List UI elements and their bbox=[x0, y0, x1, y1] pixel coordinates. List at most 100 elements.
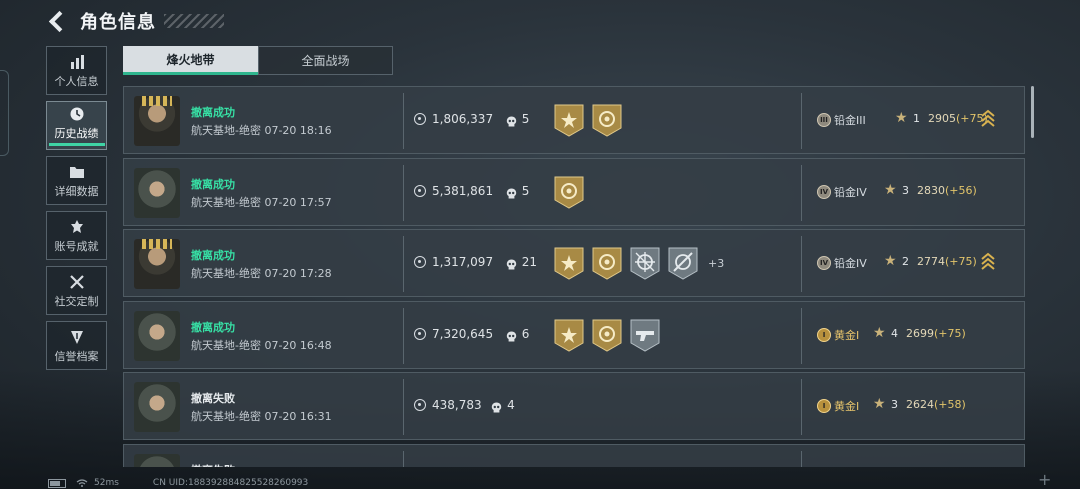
gold-star-badge[interactable] bbox=[554, 104, 584, 137]
coin-icon bbox=[414, 256, 426, 268]
coin-icon bbox=[414, 399, 426, 411]
divider bbox=[801, 236, 802, 292]
match-row[interactable]: 撤离成功 航天基地-绝密 07-20 17:57 5,381,861 5 IV 铅金IV ★… bbox=[123, 157, 1025, 226]
kill-count: 21 bbox=[521, 255, 537, 269]
sidebar-item-2[interactable]: 详细数据 bbox=[46, 156, 107, 205]
score-value: 2699 bbox=[906, 326, 934, 340]
map-and-time: 航天基地-绝密 07-20 16:48 bbox=[191, 338, 332, 352]
map-and-time: 航天基地-绝密 07-20 17:57 bbox=[191, 195, 332, 209]
gold-target-badge[interactable] bbox=[554, 176, 584, 209]
silver-crosshair-badge[interactable] bbox=[630, 247, 660, 280]
scrollbar[interactable] bbox=[1031, 86, 1034, 138]
operator-avatar bbox=[134, 382, 180, 432]
medal-icon bbox=[68, 218, 86, 236]
operator-avatar bbox=[134, 453, 180, 467]
back-arrow-icon[interactable] bbox=[46, 9, 70, 33]
extraction-status: 撤离成功 bbox=[191, 177, 235, 191]
kill-count: 5 bbox=[521, 183, 530, 198]
divider bbox=[403, 236, 404, 292]
gold-star-badge[interactable] bbox=[554, 319, 584, 352]
rank-name: 铅金III bbox=[834, 114, 866, 127]
rank-emblem-icon: I bbox=[817, 399, 831, 413]
score-delta: (+75) bbox=[934, 326, 966, 340]
sidebar: 个人信息历史战绩详细数据账号成就社交定制信誉档案 bbox=[46, 46, 109, 376]
gold-target-badge[interactable] bbox=[592, 247, 622, 280]
title-decoration bbox=[164, 14, 224, 28]
skull-icon bbox=[506, 256, 517, 270]
coin-icon bbox=[414, 327, 426, 340]
operator-avatar bbox=[134, 239, 180, 289]
rank-name: 黄金I bbox=[834, 400, 860, 413]
rank-up-chevron-icon bbox=[981, 109, 995, 127]
skull-icon bbox=[506, 113, 517, 127]
rank-score: 2905(+75) bbox=[928, 112, 988, 125]
match-row[interactable]: 撤离失败 航天基地-绝密 07-20 16:31 438,783 4 I 黄金I ★ 3 262… bbox=[123, 372, 1025, 440]
star-icon: ★ bbox=[884, 181, 897, 198]
divider bbox=[403, 93, 404, 149]
sidebar-item-0[interactable]: 个人信息 bbox=[46, 46, 107, 95]
clock-icon bbox=[68, 105, 86, 123]
rank-name: 铅金IV bbox=[834, 257, 867, 270]
match-row[interactable]: 撤离失败 bbox=[123, 443, 1025, 468]
more-badges[interactable]: +3 bbox=[708, 257, 724, 270]
match-history-list[interactable]: 撤离成功 航天基地-绝密 07-20 18:16 1,806,337 5 III 铅金II… bbox=[123, 86, 1025, 467]
map-and-time: 航天基地-绝密 07-20 18:16 bbox=[191, 124, 332, 137]
loot-value: 1,317,097 bbox=[432, 255, 494, 269]
sidebar-item-label: 信誉档案 bbox=[54, 349, 99, 363]
divider bbox=[801, 93, 802, 149]
star-count: 1 bbox=[913, 112, 920, 125]
extraction-status: 撤离失败 bbox=[191, 462, 235, 468]
sidebar-item-label: 详细数据 bbox=[54, 184, 99, 198]
sidebar-item-5[interactable]: 信誉档案 bbox=[46, 321, 107, 370]
gold-target-badge[interactable] bbox=[592, 104, 622, 137]
star-icon: ★ bbox=[884, 253, 897, 269]
extraction-status: 撤离成功 bbox=[191, 320, 235, 334]
sidebar-item-label: 历史战绩 bbox=[54, 127, 99, 140]
rank-name: 黄金I bbox=[834, 328, 860, 342]
gold-star-badge[interactable] bbox=[554, 247, 584, 280]
extraction-status: 撤离成功 bbox=[191, 249, 235, 262]
sidebar-item-label: 账号成就 bbox=[54, 239, 99, 253]
score-delta: (+75) bbox=[945, 255, 977, 268]
score-value: 2624 bbox=[906, 398, 934, 411]
divider bbox=[403, 164, 404, 221]
gold-target-badge[interactable] bbox=[592, 319, 622, 352]
sidebar-item-4[interactable]: 社交定制 bbox=[46, 266, 107, 315]
match-row[interactable]: 撤离成功 航天基地-绝密 07-20 18:16 1,806,337 5 III 铅金II… bbox=[123, 86, 1025, 154]
star-count: 2 bbox=[902, 255, 909, 268]
rank-up-chevron-icon bbox=[981, 252, 995, 270]
loot-value: 1,806,337 bbox=[432, 112, 494, 126]
match-row[interactable]: 撤离成功 航天基地-绝密 07-20 17:28 1,317,097 21 +3 IV 铅金… bbox=[123, 229, 1025, 297]
rank-name: 铅金IV bbox=[834, 185, 867, 199]
divider bbox=[403, 307, 404, 364]
kill-count: 4 bbox=[507, 398, 515, 412]
sidebar-item-3[interactable]: 账号成就 bbox=[46, 211, 107, 260]
skull-icon bbox=[506, 328, 517, 341]
star-count: 3 bbox=[891, 398, 898, 411]
silver-gun-badge[interactable] bbox=[630, 319, 660, 352]
tools-icon bbox=[68, 273, 86, 291]
star-count: 3 bbox=[902, 183, 909, 197]
ping-text: 52ms bbox=[94, 478, 119, 488]
divider bbox=[403, 450, 404, 467]
uid-text: CN UID:18839288482552826099​3 bbox=[152, 478, 309, 488]
tab-1[interactable]: 全面战场 bbox=[258, 46, 393, 75]
rank-score: 2624(+58) bbox=[906, 398, 966, 411]
badge-list: +3 bbox=[554, 247, 724, 280]
rank-emblem-icon: IV bbox=[817, 256, 831, 270]
folder-icon bbox=[68, 163, 86, 181]
silver-scope-badge[interactable] bbox=[668, 247, 698, 280]
match-row[interactable]: 撤离成功 航天基地-绝密 07-20 16:48 7,320,645 6 I 黄金I ★ 4 2… bbox=[123, 300, 1025, 369]
loot-value: 438,783 bbox=[432, 398, 482, 412]
extraction-status: 撤离失败 bbox=[191, 392, 235, 405]
sidebar-item-1[interactable]: 历史战绩 bbox=[46, 101, 107, 150]
skull-icon bbox=[506, 185, 517, 198]
sidebar-item-label: 社交定制 bbox=[54, 294, 99, 308]
tab-0[interactable]: 烽火地带 bbox=[123, 46, 258, 75]
badge-list bbox=[554, 104, 630, 137]
score-value: 2905 bbox=[928, 112, 956, 125]
divider bbox=[801, 164, 802, 221]
wifi-icon bbox=[76, 479, 88, 487]
edge-handle[interactable] bbox=[0, 70, 9, 156]
coin-icon bbox=[414, 184, 426, 197]
